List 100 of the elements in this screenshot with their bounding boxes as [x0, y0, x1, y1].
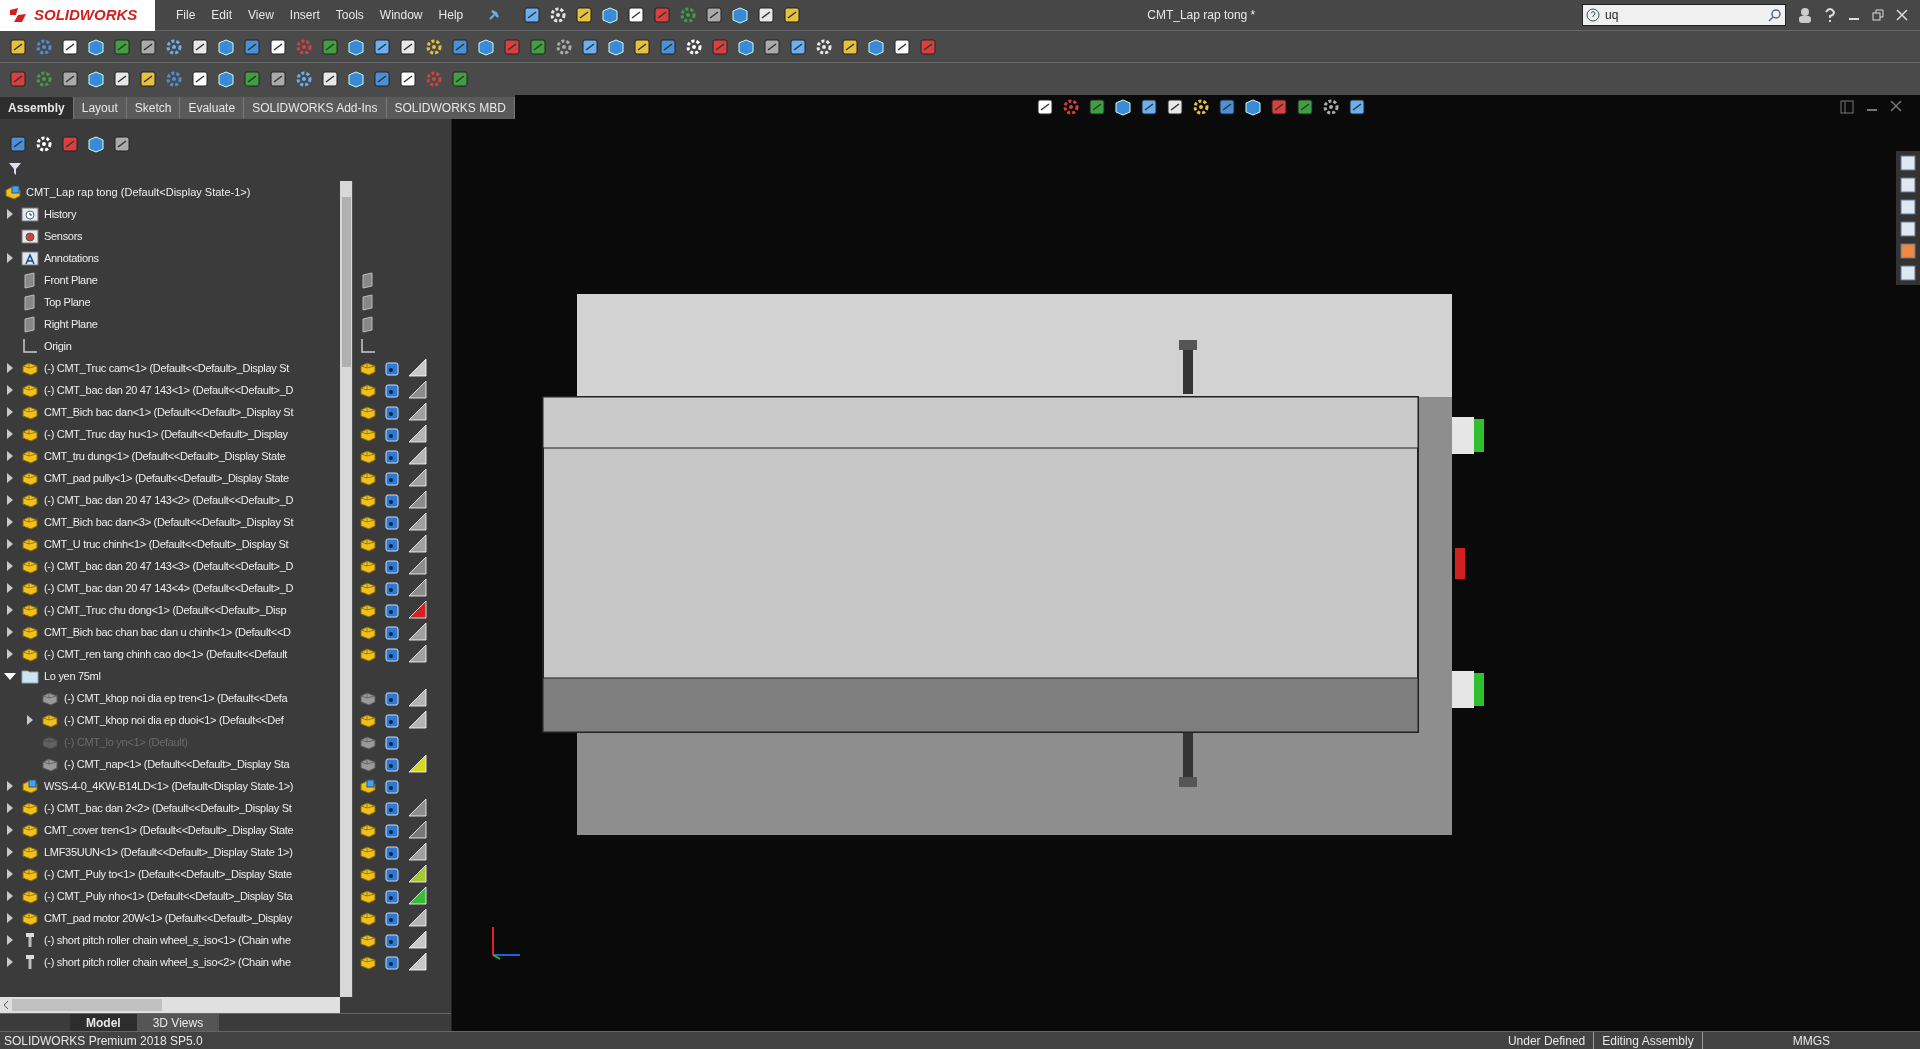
tree-item[interactable]: CMT_tru dung<1> (Default<<Default>_Display State — [44, 447, 286, 465]
tree-item[interactable]: (-) short pitch roller chain wheel_s_iso<1> (Chain whe — [44, 931, 291, 949]
tree-item[interactable]: (-) CMT_bac dan 20 47 143<4> (Default<<Default>_D — [44, 579, 294, 597]
tree-item[interactable]: (-) CMT_nap<1> (Default<<Default>_Display Sta — [64, 755, 290, 773]
close-icon[interactable] — [1890, 100, 1902, 112]
task-pane-icon[interactable] — [1899, 198, 1917, 216]
tool-icon[interactable] — [782, 5, 803, 25]
cube-icon[interactable] — [1242, 97, 1263, 117]
task-pane-icon[interactable] — [1899, 264, 1917, 282]
cube-icon[interactable] — [600, 5, 621, 25]
gear-icon[interactable] — [34, 134, 54, 154]
expand-arrow-icon[interactable] — [4, 670, 16, 682]
tree-item[interactable]: Right Plane — [44, 315, 98, 333]
cube-icon[interactable] — [216, 36, 236, 57]
task-pane-icon[interactable] — [1899, 220, 1917, 238]
tree-item[interactable]: (-) CMT_Puly to<1> (Default<<Default>_Display State — [44, 865, 292, 883]
tool-icon[interactable] — [574, 5, 595, 25]
tree-item[interactable]: CMT_U truc chinh<1> (Default<<Default>_Display St — [44, 535, 289, 553]
tree-item[interactable]: (-) CMT_khop noi dia ep duoi<1> (Default<<Def — [64, 711, 284, 729]
tool-icon[interactable] — [320, 69, 340, 89]
tool-icon[interactable] — [1138, 97, 1159, 117]
tool-icon[interactable] — [632, 36, 652, 57]
scrollbar-thumb[interactable] — [341, 197, 351, 367]
tree-item[interactable]: CMT_cover tren<1> (Default<<Default>_Display State — [44, 821, 294, 839]
tree-item[interactable]: (-) CMT_Puly nho<1> (Default<<Default>_Display Sta — [44, 887, 293, 905]
graphics-area[interactable] — [452, 119, 1920, 1031]
tool-icon[interactable] — [398, 36, 418, 57]
cube-icon[interactable] — [1112, 97, 1133, 117]
cube-icon[interactable] — [346, 69, 366, 89]
menu-item[interactable]: Insert — [284, 6, 325, 24]
tool-icon[interactable] — [840, 36, 860, 57]
menu-item[interactable]: Help — [433, 6, 469, 24]
search-field[interactable]: uq — [1582, 4, 1786, 26]
tree-item[interactable]: Sensors — [44, 227, 83, 245]
cube-icon[interactable] — [866, 36, 886, 57]
tool-icon[interactable] — [1346, 97, 1367, 117]
tree-item[interactable]: LMF35UUN<1> (Default<<Default>_Display State 1>) — [44, 843, 293, 861]
tree-item[interactable]: (-) short pitch roller chain wheel_s_iso<2> (Chain whe — [44, 953, 291, 971]
view-tab[interactable]: 3D Views — [136, 1013, 220, 1032]
user-icon[interactable] — [1798, 7, 1812, 23]
tree-item[interactable]: Origin — [44, 337, 72, 355]
menu-item[interactable]: View — [243, 6, 279, 24]
menu-item[interactable]: Tools — [330, 6, 369, 24]
cube-icon[interactable] — [346, 36, 366, 57]
scrollbar-thumb[interactable] — [12, 999, 162, 1011]
command-tab[interactable]: Layout — [73, 97, 127, 119]
command-tab[interactable]: SOLIDWORKS Add-Ins — [244, 97, 387, 119]
help-icon[interactable] — [1824, 7, 1836, 23]
cube-icon[interactable] — [606, 36, 626, 57]
cube-icon[interactable] — [736, 36, 756, 57]
tool-icon[interactable] — [1216, 97, 1237, 117]
tree-item[interactable]: WSS-4-0_4KW-B14LD<1> (Default<Display State-1>) — [44, 777, 294, 795]
tree-item[interactable]: CMT_pad pully<1> (Default<<Default>_Display State — [44, 469, 289, 487]
menu-item[interactable]: Window — [374, 6, 428, 24]
tool-icon[interactable] — [190, 36, 210, 57]
tool-icon[interactable] — [8, 36, 28, 57]
command-tab[interactable]: SOLIDWORKS MBD — [386, 97, 515, 119]
vertical-scrollbar[interactable] — [340, 181, 352, 997]
tool-icon[interactable] — [1164, 97, 1185, 117]
cube-icon[interactable] — [86, 134, 106, 154]
task-pane-icon[interactable] — [1899, 242, 1917, 260]
split-view-icon[interactable] — [1840, 100, 1854, 114]
tree-item[interactable]: (-) CMT_bac dan 20 47 143<1> (Default<<Default>_D — [44, 381, 294, 399]
cube-icon[interactable] — [476, 36, 496, 57]
tree-item[interactable]: (-) CMT_Truc chu dong<1> (Default<<Default>_Disp — [44, 601, 287, 619]
tool-icon[interactable] — [892, 36, 912, 57]
command-tab[interactable]: Evaluate — [180, 97, 245, 119]
tool-icon[interactable] — [1294, 97, 1315, 117]
tree-item[interactable]: (-) CMT_Truc day hu<1> (Default<<Default>_Display — [44, 425, 288, 443]
tool-icon[interactable] — [268, 36, 288, 57]
tree-item[interactable]: (-) CMT_khop noi dia ep tren<1> (Default<<Defa — [64, 689, 288, 707]
tool-icon[interactable] — [138, 69, 158, 89]
view-tab[interactable]: Model — [70, 1013, 137, 1032]
app-logo[interactable]: SOLIDWORKS — [0, 0, 155, 31]
restore-icon[interactable] — [1872, 9, 1884, 21]
tree-item[interactable]: (-) CMT_bac dan 20 47 143<2> (Default<<Default>_D — [44, 491, 294, 509]
tool-icon[interactable] — [626, 5, 647, 25]
cube-icon[interactable] — [86, 36, 106, 57]
tool-icon[interactable] — [756, 5, 777, 25]
search-icon[interactable] — [1768, 8, 1782, 22]
menu-item[interactable]: File — [171, 6, 201, 24]
tree-item[interactable]: CMT_Bich bac dan<1> (Default<<Default>_Display St — [44, 403, 294, 421]
cube-icon[interactable] — [730, 5, 751, 25]
tool-icon[interactable] — [398, 69, 418, 89]
tree-item[interactable]: Lo yen 75ml — [44, 667, 101, 685]
tool-icon[interactable] — [190, 69, 210, 89]
tree-item[interactable]: Annotations — [44, 249, 99, 267]
cube-icon[interactable] — [216, 69, 236, 89]
tree-item[interactable]: Top Plane — [44, 293, 91, 311]
tool-icon[interactable] — [112, 134, 132, 154]
filter-icon[interactable] — [8, 162, 22, 176]
task-pane-icon[interactable] — [1899, 154, 1917, 172]
units-label[interactable]: MMGS — [1792, 1031, 1830, 1049]
tree-item[interactable]: (-) CMT_Truc cam<1> (Default<<Default>_Display St — [44, 359, 289, 377]
cube-icon[interactable] — [86, 69, 106, 89]
tool-icon[interactable] — [60, 36, 80, 57]
tree-item[interactable]: CMT_pad motor 20W<1> (Default<<Default>_Display — [44, 909, 292, 927]
tree-item[interactable]: (-) CMT_bac dan 2<2> (Default<<Default>_Display St — [44, 799, 292, 817]
tree-root-label[interactable]: CMT_Lap rap tong (Default<Display State-1>) — [26, 183, 251, 201]
command-tab[interactable]: Sketch — [126, 97, 181, 119]
